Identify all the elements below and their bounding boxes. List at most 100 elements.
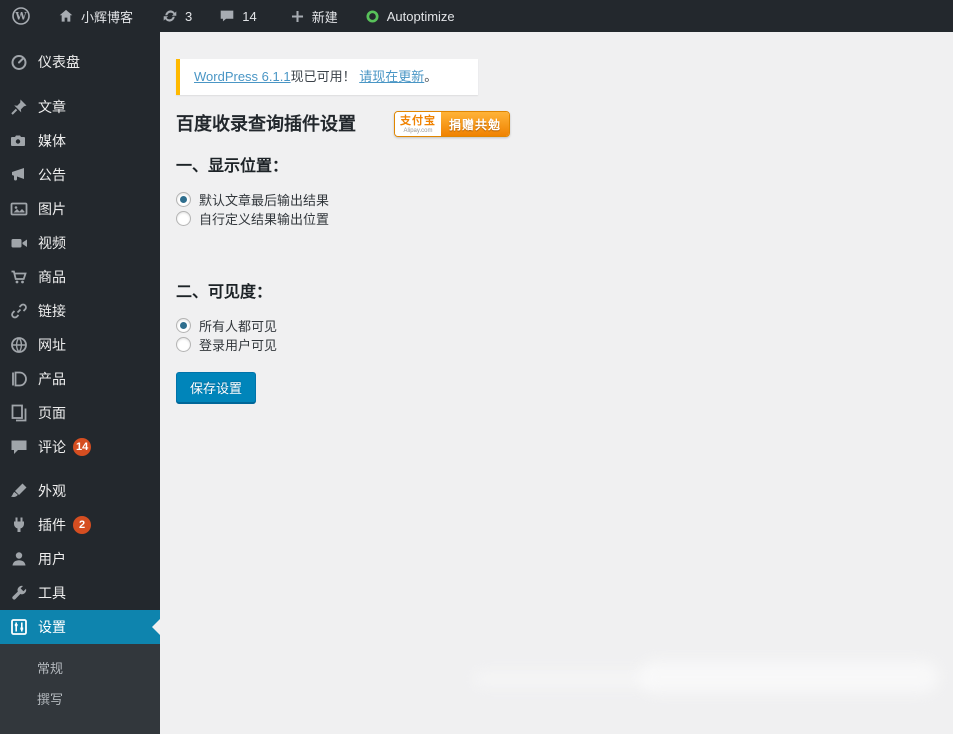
- notice-text: 现已可用！: [290, 69, 356, 84]
- visibility-heading: 二、可见度：: [176, 284, 273, 302]
- display-position-heading: 一、显示位置：: [176, 158, 289, 176]
- cart-icon: [9, 267, 29, 287]
- sidebar-item-comments[interactable]: 评论 14: [0, 430, 160, 464]
- sidebar-item-label: 文章: [38, 99, 66, 115]
- sidebar-item-label: 设置: [38, 619, 66, 635]
- alipay-logo: 支付宝 Alipay.com: [395, 112, 441, 137]
- radio-option-loggedin-visible[interactable]: 登录用户可见: [176, 335, 933, 354]
- admin-bar: W 小辉博客 3 14 新建 Autoptimize: [0, 0, 953, 32]
- tools-icon: [9, 583, 29, 603]
- sidebar-item-products[interactable]: 产品: [0, 362, 160, 396]
- sidebar-item-label: 媒体: [38, 133, 66, 149]
- announcement-icon: [9, 165, 29, 185]
- link-icon: [9, 301, 29, 321]
- dashboard-icon: [9, 52, 29, 72]
- update-notice: WordPress 6.1.1现已可用！ 请现在更新。: [176, 59, 478, 96]
- alipay-donate-button[interactable]: 支付宝 Alipay.com 捐赠共勉: [394, 111, 511, 138]
- radio-option-default-output[interactable]: 默认文章最后输出结果: [176, 190, 933, 209]
- sidebar-item-label: 插件: [38, 517, 66, 533]
- image-icon: [9, 199, 29, 219]
- option-label: 登录用户可见: [199, 338, 278, 354]
- sidebar-item-label: 仪表盘: [38, 54, 80, 70]
- settings-icon: [9, 617, 29, 637]
- submenu-item-general[interactable]: 常规: [0, 652, 160, 683]
- sidebar-item-label: 视频: [38, 235, 66, 251]
- submenu-item-writing[interactable]: 撰写: [0, 683, 160, 714]
- donate-label: 捐赠共勉: [441, 112, 510, 137]
- video-icon: [9, 233, 29, 253]
- sidebar-item-tools[interactable]: 工具: [0, 576, 160, 610]
- sidebar-item-label: 工具: [38, 585, 66, 601]
- option-label: 自行定义结果输出位置: [199, 212, 330, 228]
- new-content-menu[interactable]: 新建: [280, 0, 347, 32]
- appearance-icon: [9, 481, 29, 501]
- sidebar-item-label: 商品: [38, 269, 66, 285]
- new-label: 新建: [311, 9, 338, 25]
- comment-icon: [218, 7, 236, 25]
- update-now-link[interactable]: 请现在更新: [359, 69, 424, 84]
- radio-button[interactable]: [176, 211, 191, 227]
- sidebar-item-plugins[interactable]: 插件 2: [0, 508, 160, 542]
- site-menu[interactable]: 小辉博客: [48, 0, 142, 32]
- page-title: 百度收录查询插件设置: [176, 114, 356, 135]
- notice-punct: 。: [424, 69, 438, 84]
- sidebar-item-label: 图片: [38, 201, 66, 217]
- save-settings-button[interactable]: 保存设置: [176, 372, 257, 404]
- sidebar-item-announcements[interactable]: 公告: [0, 158, 160, 192]
- settings-submenu: 常规 撰写: [0, 644, 160, 734]
- comments-count: 14: [242, 8, 257, 24]
- globe-icon: [9, 335, 29, 355]
- svg-text:W: W: [14, 12, 27, 23]
- sidebar-item-label: 外观: [38, 483, 66, 499]
- updates-menu[interactable]: 3: [152, 0, 201, 32]
- comments-count-badge: 14: [73, 438, 92, 456]
- autoptimize-menu[interactable]: Autoptimize: [355, 0, 464, 32]
- pages-icon: [9, 403, 29, 423]
- sidebar-item-settings[interactable]: 设置: [0, 610, 160, 644]
- sidebar-item-label: 评论: [38, 439, 66, 455]
- comments-icon: [9, 437, 29, 457]
- sidebar-item-media[interactable]: 媒体: [0, 124, 160, 158]
- sidebar-item-posts[interactable]: 文章: [0, 90, 160, 124]
- sidebar-item-images[interactable]: 图片: [0, 192, 160, 226]
- users-icon: [9, 549, 29, 569]
- sidebar-item-appearance[interactable]: 外观: [0, 474, 160, 508]
- radio-option-everyone-visible[interactable]: 所有人都可见: [176, 316, 933, 335]
- sidebar-item-label: 网址: [38, 337, 66, 353]
- watermark-smudge: [639, 661, 939, 693]
- sidebar-item-videos[interactable]: 视频: [0, 226, 160, 260]
- autoptimize-label: Autoptimize: [386, 8, 455, 24]
- visibility-options: 所有人都可见 登录用户可见: [176, 316, 933, 354]
- menu-separator: [0, 79, 160, 90]
- radio-button[interactable]: [176, 337, 191, 353]
- option-label: 所有人都可见: [199, 319, 278, 335]
- home-icon: [57, 7, 75, 25]
- wordpress-version-link[interactable]: WordPress 6.1.1: [194, 69, 291, 84]
- sidebar-item-dashboard[interactable]: 仪表盘: [0, 45, 160, 79]
- radio-button[interactable]: [176, 318, 191, 334]
- sidebar-item-label: 公告: [38, 167, 66, 183]
- sidebar-item-users[interactable]: 用户: [0, 542, 160, 576]
- sidebar-item-label: 用户: [38, 551, 66, 567]
- option-label: 默认文章最后输出结果: [199, 193, 330, 209]
- updates-count: 3: [185, 8, 193, 24]
- plus-icon: [289, 8, 306, 25]
- comments-menu[interactable]: 14: [209, 0, 265, 32]
- display-position-options: 默认文章最后输出结果 自行定义结果输出位置: [176, 190, 933, 228]
- admin-sidebar: 仪表盘 文章 媒体 公告 图片 视频 商品 链接 网址 产品 页面 评论 14 …: [0, 32, 160, 734]
- main-content: WordPress 6.1.1现已可用！ 请现在更新。 百度收录查询插件设置 支…: [160, 32, 953, 701]
- posts-icon: [9, 97, 29, 117]
- wp-logo-menu[interactable]: W: [2, 0, 40, 32]
- plugins-count-badge: 2: [73, 516, 91, 534]
- sidebar-item-goods[interactable]: 商品: [0, 260, 160, 294]
- radio-option-custom-output[interactable]: 自行定义结果输出位置: [176, 209, 933, 228]
- sidebar-item-label: 链接: [38, 303, 66, 319]
- media-icon: [9, 131, 29, 151]
- sidebar-item-urls[interactable]: 网址: [0, 328, 160, 362]
- sidebar-item-pages[interactable]: 页面: [0, 396, 160, 430]
- watermark-smudge: [473, 671, 653, 687]
- sidebar-item-links[interactable]: 链接: [0, 294, 160, 328]
- radio-button[interactable]: [176, 192, 191, 208]
- sidebar-item-label: 页面: [38, 405, 66, 421]
- menu-separator: [0, 464, 160, 474]
